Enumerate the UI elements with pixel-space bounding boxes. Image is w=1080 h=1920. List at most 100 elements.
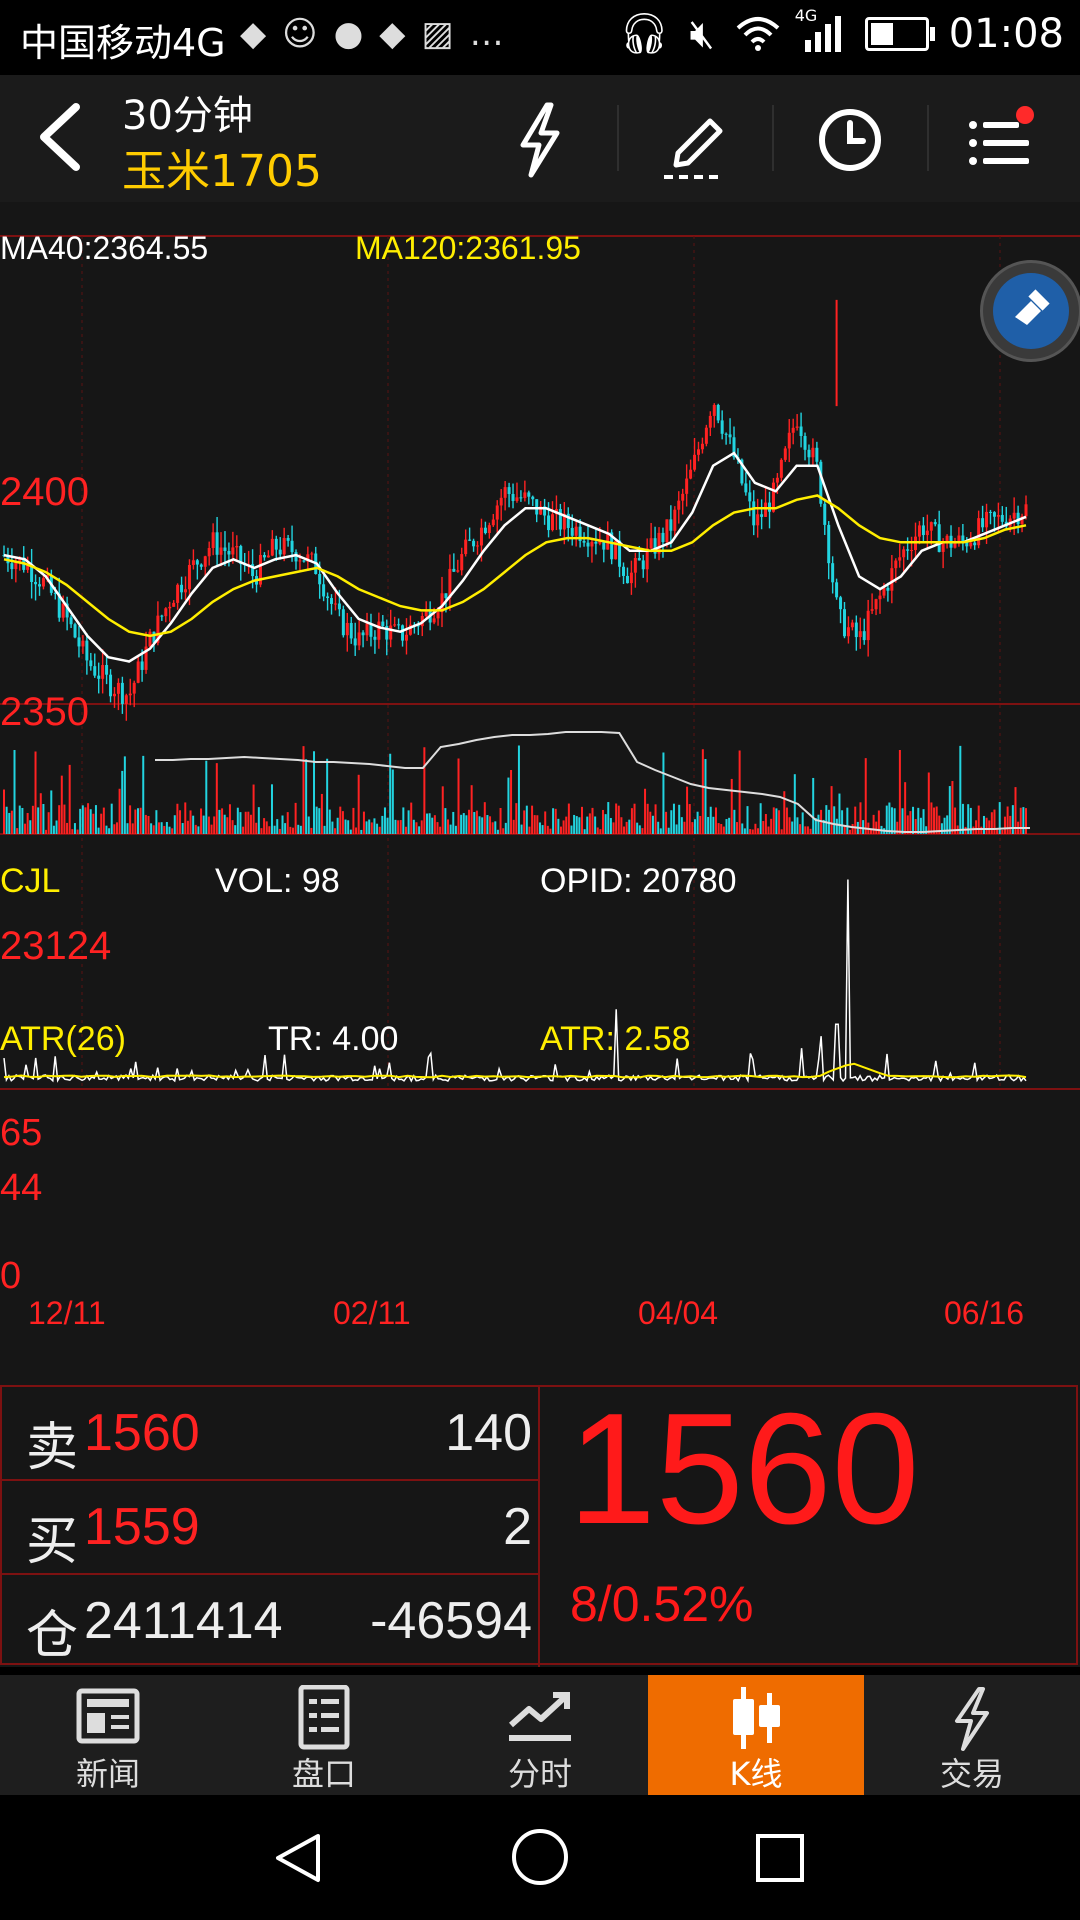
candle-body [961, 535, 965, 542]
app-notification-icon: ● [333, 14, 380, 54]
candle-body [831, 563, 835, 583]
date-axis-label: 02/11 [333, 1295, 411, 1331]
candle-body [164, 608, 168, 617]
nav-home-icon[interactable] [510, 1827, 570, 1887]
sell-label: 卖 [26, 1418, 79, 1478]
bottom-tab-bar: 新闻 盘口 分时 K线 交易 [0, 1675, 1080, 1795]
tab-order-book[interactable]: 盘口 [216, 1675, 432, 1795]
tr-label: TR: 4.00 [268, 1020, 399, 1058]
candle-body [981, 518, 985, 528]
tab-label: 新闻 [75, 1755, 140, 1793]
intraday-icon [509, 1692, 571, 1741]
candle-body [775, 477, 779, 483]
headset-icon: 🎧︎ [618, 11, 670, 57]
candle-body [519, 497, 523, 499]
tab-label: K线 [729, 1755, 783, 1793]
candle-body [988, 511, 992, 513]
status-bar: 中国移动4G ◆☺●◆▨… 🎧︎ 🔇︎ 4G 01:08 [0, 0, 1080, 75]
tab-intraday[interactable]: 分时 [432, 1675, 648, 1795]
candle-body [839, 597, 843, 610]
candle-body [937, 524, 941, 552]
candle-body [677, 500, 681, 510]
header-divider [772, 105, 774, 171]
candle-body [278, 549, 282, 555]
volume-title: CJL [0, 862, 61, 900]
candle-body [219, 547, 223, 555]
candle-body [124, 695, 128, 704]
candle-body [38, 584, 42, 587]
candle-body [464, 539, 468, 555]
candle-body [326, 596, 330, 599]
buy-row: 买 1559 2 [2, 1481, 538, 1575]
candle-body [550, 514, 554, 531]
clock-icon[interactable] [805, 95, 895, 185]
candle-body [547, 515, 551, 531]
candle-body [472, 540, 476, 547]
menu-icon[interactable] [955, 95, 1045, 185]
open-interest-value: 2411414 [84, 1592, 283, 1650]
system-nav-bar [0, 1795, 1080, 1920]
candle-body [34, 581, 38, 585]
floating-assist-button[interactable] [980, 260, 1080, 362]
candle-body [503, 487, 507, 498]
candle-body [397, 624, 401, 626]
volume-label: VOL: 98 [215, 862, 340, 900]
candle-body [1012, 512, 1016, 519]
draw-pen-icon[interactable] [648, 95, 738, 185]
candle-body [633, 557, 637, 573]
symbol-title[interactable]: 玉米1705 [122, 135, 322, 199]
candle-body [195, 560, 199, 565]
candle-body [685, 478, 689, 494]
image-notification-icon: ◆ [379, 14, 422, 54]
candle-body [389, 625, 393, 640]
candle-body [10, 563, 14, 570]
candle-body [649, 538, 653, 549]
sell-quantity: 140 [445, 1404, 532, 1462]
candle-body [850, 622, 854, 628]
header-divider [617, 105, 619, 171]
assist-icon [993, 273, 1069, 349]
nav-recents-icon[interactable] [752, 1830, 808, 1886]
candle-body [985, 511, 989, 528]
candle-body [712, 404, 716, 416]
candle-body [93, 666, 97, 676]
candle-body [116, 682, 120, 694]
candle-body [231, 547, 235, 555]
flash-icon[interactable] [495, 95, 585, 185]
header-bar: 30分钟 玉米1705 [0, 75, 1080, 202]
candle-body [641, 560, 645, 570]
period-label[interactable]: 30分钟 [122, 83, 253, 141]
candle-body [594, 541, 598, 544]
candle-body [783, 448, 787, 460]
candle-body [665, 519, 669, 543]
tab-kline[interactable]: K线 [648, 1675, 864, 1795]
tab-label: 交易 [939, 1755, 1004, 1793]
candle-body [61, 603, 65, 618]
candle-body [373, 636, 377, 640]
nav-back-icon[interactable] [270, 1830, 326, 1886]
chart-canvas[interactable] [0, 202, 1080, 1385]
tab-trade[interactable]: 交易 [864, 1675, 1080, 1795]
atr-tick-label: 65 [0, 1112, 43, 1154]
candle-body [310, 553, 314, 555]
candle-body [866, 610, 870, 641]
candle-body [89, 660, 93, 667]
candle-body [499, 497, 503, 506]
candle-body [728, 434, 732, 438]
candle-body [432, 618, 436, 623]
candle-body [337, 603, 341, 610]
candle-body [302, 560, 306, 562]
candle-body [176, 584, 180, 603]
candle-body [929, 522, 933, 531]
candle-body [906, 549, 910, 551]
candle-body [969, 542, 973, 547]
candle-body [625, 575, 629, 584]
buy-label: 买 [26, 1512, 79, 1572]
candle-body [933, 522, 937, 525]
candle-body [637, 557, 641, 561]
kline-chart[interactable]: MA40:2364.55 MA120:2361.95 2400 2350 CJL… [0, 202, 1080, 1385]
back-arrow-icon[interactable] [30, 97, 100, 177]
candle-body [878, 595, 882, 600]
candle-body [823, 503, 827, 525]
tab-news[interactable]: 新闻 [0, 1675, 216, 1795]
